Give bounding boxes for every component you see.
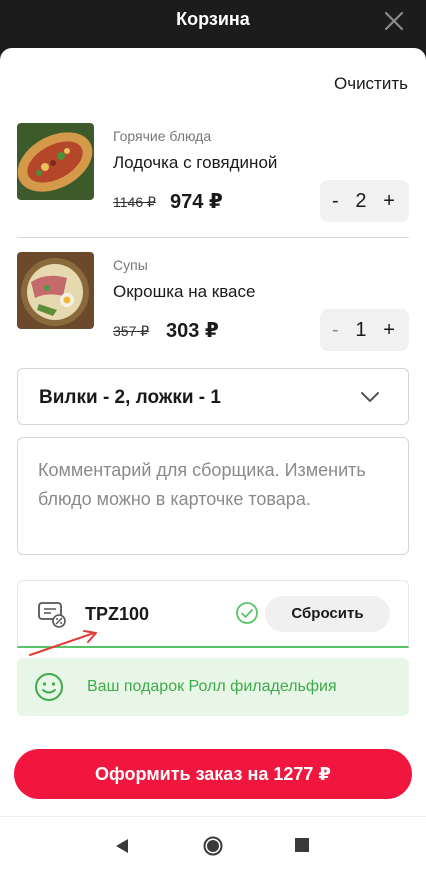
dish-image (17, 123, 94, 200)
reset-promo-button[interactable]: Сбросить (265, 596, 390, 632)
increase-button[interactable]: + (383, 319, 395, 342)
gift-banner: Ваш подарок Ролл филадельфия (17, 658, 409, 716)
item-price: 303 ₽ (166, 320, 219, 342)
item-category: Супы (113, 257, 148, 273)
chevron-down-icon (361, 392, 379, 402)
recent-apps-icon[interactable] (295, 838, 309, 852)
item-old-price: 357 ₽ (113, 323, 150, 339)
check-circle-icon (236, 602, 258, 624)
promo-code-value: TPZ100 (85, 604, 150, 624)
quantity-value: 2 (355, 189, 367, 212)
back-icon[interactable] (114, 838, 130, 854)
page-title: Корзина (176, 9, 250, 29)
item-name[interactable]: Окрошка на квасе (113, 282, 255, 302)
gift-text: Ваш подарок Ролл филадельфия (87, 678, 337, 695)
quantity-stepper: - 2 + (320, 180, 409, 222)
increase-button[interactable]: + (383, 190, 395, 213)
item-price: 974 ₽ (170, 191, 223, 213)
dish-image (17, 252, 94, 329)
comment-field[interactable]: Комментарий для сборщика. Изменить блюдо… (17, 437, 409, 555)
checkout-button[interactable]: Оформить заказ на 1277 ₽ (14, 749, 412, 799)
annotation-arrow-icon (29, 630, 97, 656)
top-bar: Корзина (0, 0, 426, 50)
cart-item: Горячие блюда Лодочка с говядиной 1146 ₽… (17, 123, 409, 223)
item-category: Горячие блюда (113, 128, 212, 144)
item-old-price: 1146 ₽ (113, 194, 156, 210)
cart-item: Супы Окрошка на квасе 357 ₽ 303 ₽ - 1 + (17, 252, 409, 352)
smile-icon (35, 673, 63, 701)
coupon-icon (38, 602, 66, 628)
decrease-button[interactable]: - (332, 190, 339, 213)
quantity-stepper: - 1 + (320, 309, 409, 351)
quantity-value: 1 (355, 318, 367, 341)
home-icon[interactable] (203, 836, 223, 856)
cutlery-select[interactable]: Вилки - 2, ложки - 1 (17, 368, 409, 425)
clear-cart-button[interactable]: Очистить (334, 74, 408, 94)
decrease-button[interactable]: - (332, 319, 339, 342)
divider (17, 237, 409, 238)
item-name[interactable]: Лодочка с говядиной (113, 153, 277, 173)
close-icon[interactable] (384, 11, 404, 31)
cutlery-selected-value: Вилки - 2, ложки - 1 (39, 387, 221, 408)
system-nav-bar (0, 816, 426, 874)
